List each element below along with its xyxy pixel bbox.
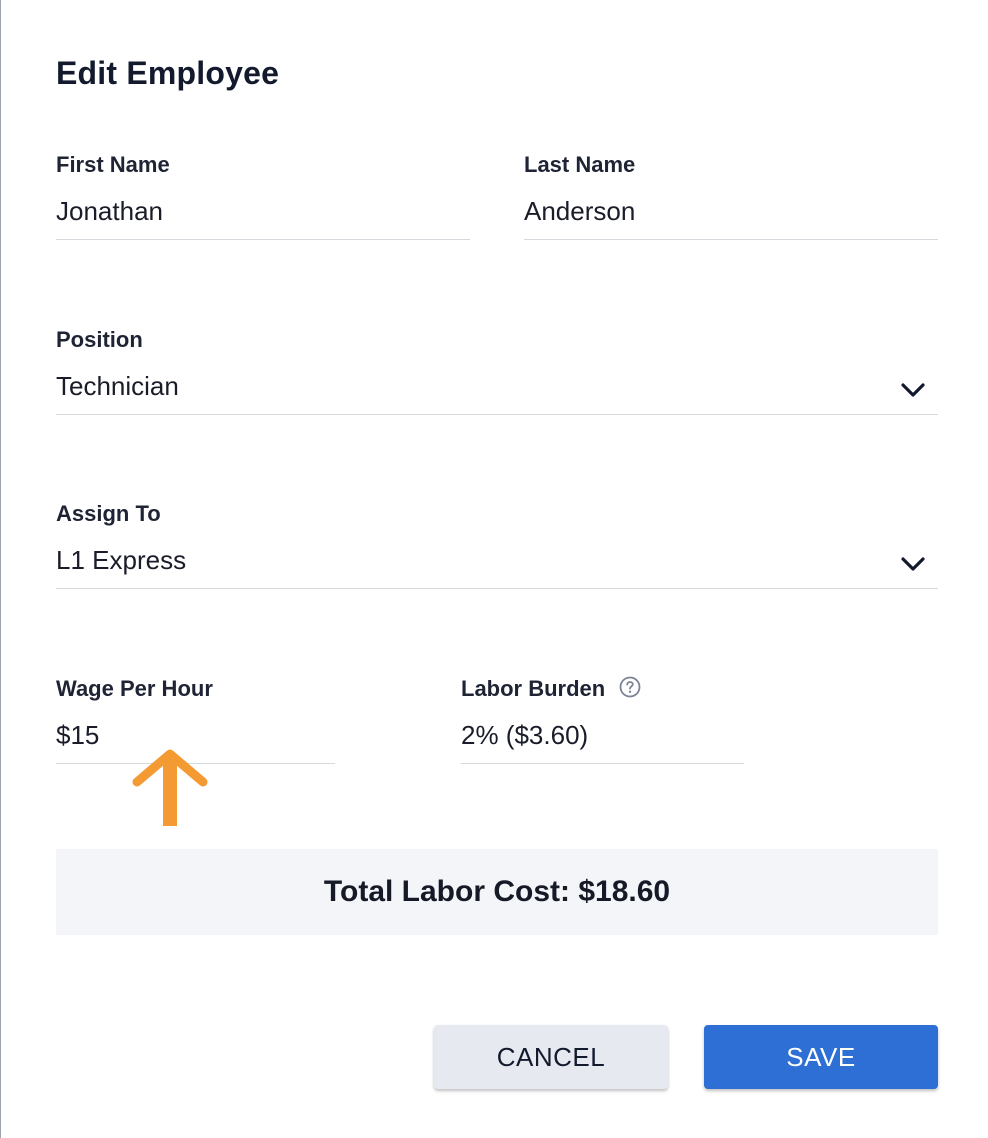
first-name-label: First Name (56, 152, 170, 177)
last-name-label: Last Name (524, 152, 636, 177)
assign-to-label: Assign To (56, 501, 161, 526)
position-select[interactable]: Position Technician (56, 327, 938, 415)
edit-employee-dialog: Edit Employee First Name Jonathan Last N… (0, 0, 988, 1138)
last-name-input[interactable]: Anderson (524, 196, 635, 227)
total-labor-cost: Total Labor Cost: $18.60 (323, 875, 671, 908)
total-labor-cost-panel: Total Labor Cost: $18.60 (56, 849, 938, 935)
wage-per-hour-label: Wage Per Hour (56, 676, 213, 701)
labor-burden-label: Labor Burden (461, 676, 606, 701)
wage-per-hour-input[interactable]: $15 (56, 720, 99, 751)
dialog-title: Edit Employee (56, 55, 280, 91)
cancel-button[interactable]: CANCEL (434, 1025, 668, 1089)
first-name-field[interactable]: First Name Jonathan (56, 152, 470, 240)
save-button[interactable]: SAVE (704, 1025, 938, 1089)
labor-burden-input[interactable]: 2% ($3.60) (461, 720, 588, 751)
chevron-down-icon[interactable] (900, 556, 926, 572)
assign-to-select[interactable]: Assign To L1 Express (56, 501, 938, 589)
first-name-input[interactable]: Jonathan (56, 196, 163, 227)
position-label: Position (56, 327, 143, 352)
assign-to-value[interactable]: L1 Express (56, 545, 186, 576)
position-value[interactable]: Technician (56, 371, 179, 402)
labor-burden-field[interactable]: Labor Burden 2% ($3.60) (461, 676, 744, 764)
last-name-field[interactable]: Last Name Anderson (524, 152, 938, 240)
chevron-down-icon[interactable] (900, 382, 926, 398)
arrow-up-icon (132, 749, 208, 826)
help-circle-icon[interactable] (619, 676, 641, 698)
